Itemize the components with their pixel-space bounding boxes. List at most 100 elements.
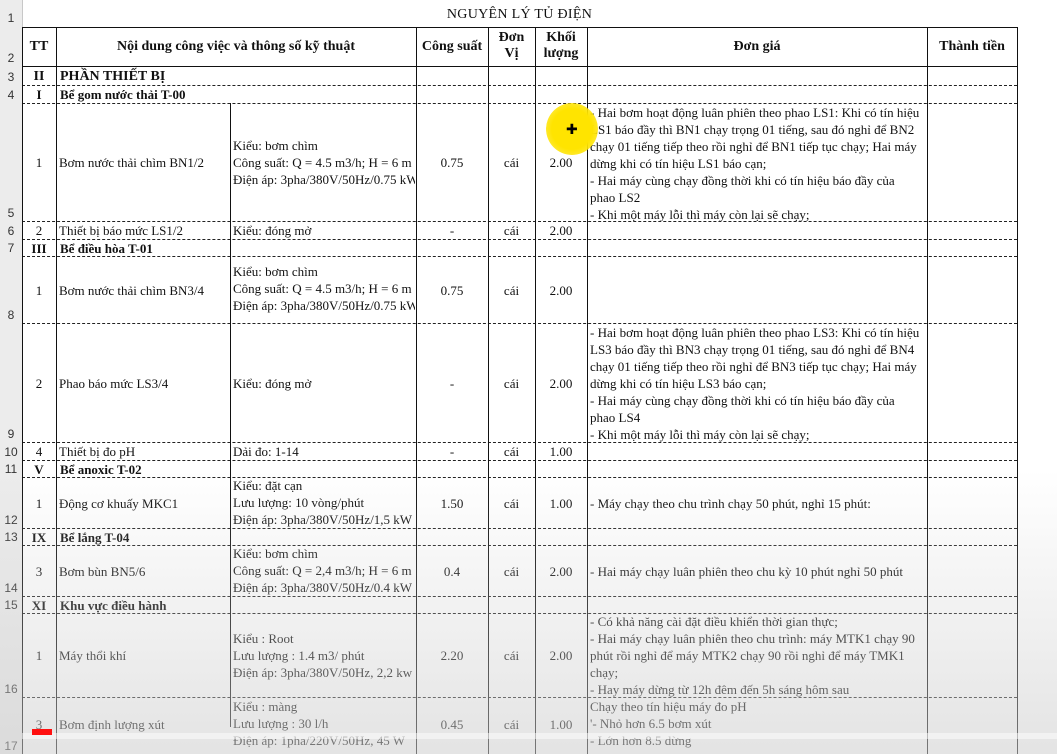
section-tt[interactable]: V — [22, 461, 56, 477]
row-number[interactable]: 10 — [0, 442, 22, 460]
cell-name[interactable]: Thiết bị báo mức LS1/2 — [59, 222, 229, 239]
cell-price[interactable]: Chạy theo tín hiệu máy đo pH '- Nhỏ hơn … — [590, 698, 927, 754]
cell-tt[interactable]: 3 — [22, 698, 56, 750]
cell-power[interactable]: 0.75 — [416, 257, 488, 323]
cell-price[interactable]: - Hai bơm hoạt động luân phiên theo phao… — [590, 104, 927, 221]
section-name[interactable]: PHẦN THIẾT BỊ — [60, 67, 410, 85]
cell-tt[interactable]: 1 — [22, 478, 56, 528]
section-name[interactable]: Bể gom nước thải T-00 — [60, 86, 410, 103]
cell-tt[interactable]: 1 — [22, 257, 56, 323]
row-number[interactable]: 1 — [0, 8, 22, 26]
cell-qty[interactable]: 2.00 — [535, 257, 587, 323]
cell-name[interactable]: Bơm định lượng xút — [59, 698, 229, 750]
cell-tt[interactable]: 1 — [22, 614, 56, 697]
cell-spec[interactable]: Kiểu: bơm chìm Công suất: Q = 4.5 m3/h; … — [233, 104, 415, 221]
cell-unit[interactable]: cái — [488, 614, 535, 697]
cell-spec[interactable]: Kiểu: đặt cạn Lưu lượng: 10 vòng/phút Đi… — [233, 477, 415, 528]
cell-unit[interactable]: cái — [488, 478, 535, 528]
section-tt[interactable]: III — [22, 240, 56, 256]
cell-spec[interactable]: Kiểu: đóng mở — [233, 324, 415, 442]
cell-spec[interactable]: Kiểu : màng Lưu lượng : 30 l/h Điện áp: … — [233, 698, 415, 754]
cell-qty[interactable]: 1.00 — [535, 698, 587, 750]
cell-power[interactable]: 0.45 — [416, 698, 488, 750]
section-name[interactable]: Bể anoxic T-02 — [60, 461, 410, 477]
row-number[interactable]: 5 — [0, 103, 22, 221]
row-number[interactable]: 13 — [0, 528, 22, 545]
header-total[interactable]: Thành tiền — [927, 28, 1017, 66]
cell-unit[interactable]: cái — [488, 257, 535, 323]
row-number[interactable]: 4 — [0, 85, 22, 103]
cell-spec[interactable]: Kiểu : Root Lưu lượng : 1.4 m3/ phút Điệ… — [233, 614, 415, 697]
row-number[interactable]: 15 — [0, 596, 22, 613]
header-content[interactable]: Nội dung công việc và thông số kỹ thuật — [56, 28, 416, 66]
row-number[interactable]: 2 — [0, 27, 22, 66]
row-number[interactable]: 17 — [0, 697, 22, 754]
cell-name[interactable]: Phao báo mức LS3/4 — [59, 324, 229, 442]
section-tt[interactable]: I — [22, 86, 56, 103]
cell-tt[interactable]: 3 — [22, 546, 56, 596]
cell-price[interactable]: - Hai bơm hoạt động luân phiên theo phao… — [590, 324, 927, 442]
cell-unit[interactable]: cái — [488, 546, 535, 596]
spec-line: Lưu lượng : 1.4 m3/ phút — [233, 648, 365, 663]
cell-power[interactable]: - — [416, 443, 488, 460]
cell-unit[interactable]: cái — [488, 324, 535, 442]
cell-name[interactable]: Thiết bị đo pH — [59, 443, 229, 460]
cell-name[interactable]: Bơm nước thải chìm BN1/2 — [59, 104, 229, 221]
cell-power[interactable]: 0.4 — [416, 546, 488, 596]
header-price[interactable]: Đơn giá — [587, 28, 927, 66]
cell-power[interactable]: - — [416, 222, 488, 239]
cell-qty[interactable]: 1.00 — [535, 443, 587, 460]
cell-power[interactable]: 0.75 — [416, 104, 488, 221]
row-number[interactable]: 12 — [0, 477, 22, 528]
section-name[interactable]: Bể lắng T-04 — [60, 529, 410, 545]
cell-tt[interactable]: 2 — [22, 324, 56, 442]
row-number[interactable]: 3 — [0, 66, 22, 85]
cell-power[interactable]: - — [416, 324, 488, 442]
row-number[interactable]: 14 — [0, 545, 22, 596]
cell-power[interactable]: 2.20 — [416, 614, 488, 697]
header-unit[interactable]: Đơn Vị — [488, 30, 535, 66]
cell-unit[interactable]: cái — [488, 698, 535, 750]
section-tt[interactable]: IX — [22, 529, 56, 545]
cell-qty[interactable]: 2.00 — [535, 324, 587, 442]
header-tt[interactable]: TT — [22, 28, 56, 66]
cell-unit[interactable]: cái — [488, 104, 535, 221]
cell-tt[interactable]: 2 — [22, 222, 56, 239]
row-number[interactable]: 6 — [0, 221, 22, 239]
header-power[interactable]: Công suất — [416, 28, 488, 66]
cell-power[interactable]: 1.50 — [416, 478, 488, 528]
row-number[interactable]: 7 — [0, 239, 22, 256]
price-line: - Hay máy dừng từ 12h đêm đến 5h sáng hô… — [590, 682, 850, 697]
cell-unit[interactable]: cái — [488, 443, 535, 460]
row-number[interactable]: 11 — [0, 460, 22, 477]
cell-name[interactable]: Bơm bùn BN5/6 — [59, 546, 229, 596]
cell-spec[interactable]: Dải đo: 1-14 — [233, 443, 415, 460]
section-tt[interactable]: II — [22, 67, 56, 85]
spreadsheet-grid[interactable]: 1 2 3 4 5 6 7 8 9 10 11 12 13 14 15 16 1… — [0, 0, 1057, 754]
cell-name[interactable]: Động cơ khuấy MKC1 — [59, 478, 229, 528]
section-name[interactable]: Bể điều hòa T-01 — [60, 240, 410, 256]
header-qty[interactable]: Khối lượng — [535, 30, 587, 66]
cell-price[interactable]: - Máy chạy theo chu trình chạy 50 phút, … — [590, 478, 927, 528]
cell-name[interactable]: Bơm nước thải chìm BN3/4 — [59, 257, 229, 323]
cell-unit[interactable]: cái — [488, 222, 535, 239]
row-number[interactable]: 16 — [0, 613, 22, 697]
cell-qty[interactable]: 2.00 — [535, 546, 587, 596]
cell-tt[interactable]: 1 — [22, 104, 56, 221]
cell-spec[interactable]: Kiểu: bơm chìm Công suất: Q = 4.5 m3/h; … — [233, 263, 415, 321]
section-name[interactable]: Khu vực điều hành — [60, 597, 410, 613]
cell-spec[interactable]: Kiểu: bơm chìm Công suất: Q = 2,4 m3/h; … — [233, 545, 415, 596]
cell-qty[interactable]: 2.00 — [535, 614, 587, 697]
cell-price[interactable]: - Có khả năng cài đặt điều khiển thời gi… — [590, 613, 927, 697]
section-tt[interactable]: XI — [22, 597, 56, 613]
video-progress-marker[interactable] — [32, 729, 52, 735]
cell-qty[interactable]: 2.00 — [535, 222, 587, 239]
cell-name[interactable]: Máy thổi khí — [59, 614, 229, 697]
cell-tt[interactable]: 4 — [22, 443, 56, 460]
cell-spec[interactable]: Kiểu: đóng mở — [233, 222, 415, 239]
row-number[interactable]: 8 — [0, 256, 22, 323]
video-progress-bar[interactable] — [22, 733, 1057, 739]
cell-qty[interactable]: 1.00 — [535, 478, 587, 528]
cell-price[interactable]: - Hai máy chạy luân phiên theo chu kỳ 10… — [590, 546, 927, 596]
row-number[interactable]: 9 — [0, 323, 22, 442]
